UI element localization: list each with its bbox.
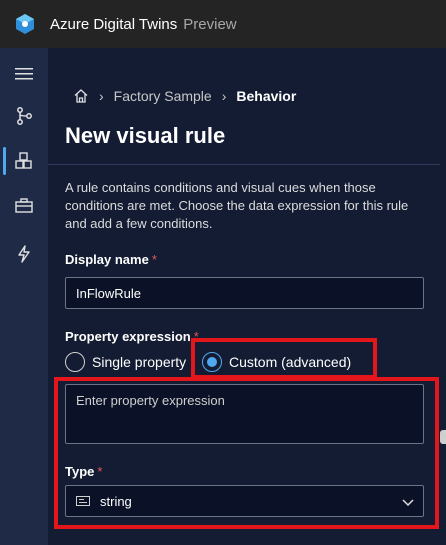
radio-custom-advanced-label: Custom (advanced)	[229, 354, 352, 370]
radio-circle-selected[interactable]	[202, 352, 222, 372]
breadcrumb: › Factory Sample › Behavior	[73, 86, 296, 106]
toolbox-icon	[15, 198, 33, 213]
scrollbar-thumb[interactable]	[440, 430, 446, 444]
type-label-text: Type	[65, 464, 95, 479]
rail-graph-button[interactable]	[0, 96, 48, 136]
page-title: New visual rule	[65, 123, 226, 148]
rail-lightning-button[interactable]	[0, 234, 48, 274]
top-bar: Azure Digital Twins Preview	[0, 0, 446, 48]
chevron-down-icon	[402, 499, 414, 507]
breadcrumb-behavior: Behavior	[236, 88, 297, 104]
chevron-right-icon: ›	[99, 88, 104, 104]
required-mark: *	[193, 329, 199, 344]
menu-icon	[15, 68, 33, 80]
radio-circle[interactable]	[65, 352, 85, 372]
breadcrumb-factory-sample[interactable]: Factory Sample	[114, 88, 212, 104]
divider	[48, 164, 440, 165]
radio-single-property-label: Single property	[92, 354, 187, 370]
rail-toolbox-button[interactable]	[0, 186, 48, 226]
rail-menu-button[interactable]	[0, 54, 48, 94]
type-label: Type *	[65, 464, 102, 479]
radio-custom-advanced[interactable]: Custom (advanced)	[202, 351, 351, 373]
page-description: A rule contains conditions and visual cu…	[65, 180, 409, 231]
display-name-input[interactable]	[65, 277, 424, 309]
azure-digital-twins-logo-icon	[16, 14, 34, 34]
app-subtitle: Preview	[183, 15, 237, 33]
rule-panel: › Factory Sample › Behavior New visual r…	[48, 48, 446, 545]
display-name-label: Display name *	[65, 252, 157, 267]
chevron-right-icon: ›	[221, 88, 227, 104]
type-dropdown-value: string	[100, 493, 132, 509]
required-mark: *	[151, 252, 157, 267]
left-rail	[0, 48, 48, 545]
display-name-label-text: Display name	[65, 252, 149, 267]
radio-single-property[interactable]: Single property	[65, 351, 186, 373]
lightning-icon	[18, 245, 30, 263]
required-mark: *	[97, 464, 103, 479]
home-icon[interactable]	[73, 88, 89, 104]
property-expression-textarea[interactable]	[65, 384, 424, 444]
cubes-icon	[15, 152, 32, 169]
graph-icon	[17, 107, 32, 125]
type-dropdown[interactable]: string	[65, 485, 424, 517]
abc-icon	[76, 496, 90, 506]
app-title: Azure Digital Twins	[50, 15, 178, 33]
rail-cubes-button[interactable]	[0, 141, 48, 181]
property-expression-label: Property expression *	[65, 329, 199, 344]
property-expression-label-text: Property expression	[65, 329, 191, 344]
